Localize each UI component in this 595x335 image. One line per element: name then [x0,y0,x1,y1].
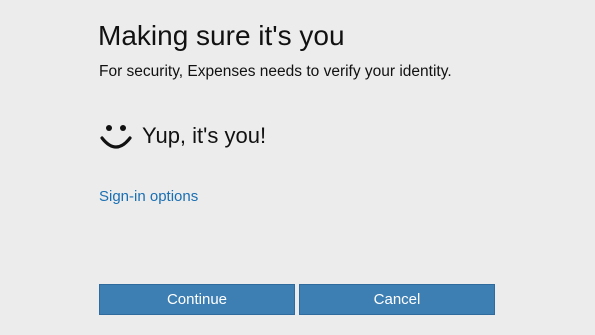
smiley-face-icon [100,125,132,149]
status-text: Yup, it's you! [142,123,267,148]
verification-dialog: Making sure it's you For security, Expen… [0,0,595,335]
cancel-button[interactable]: Cancel [299,284,495,315]
dialog-subtitle: For security, Expenses needs to verify y… [99,63,452,80]
verification-status: Yup, it's you! [98,116,266,156]
continue-button[interactable]: Continue [99,284,295,315]
sign-in-options-link[interactable]: Sign-in options [99,187,198,207]
dialog-title: Making sure it's you [98,20,345,51]
